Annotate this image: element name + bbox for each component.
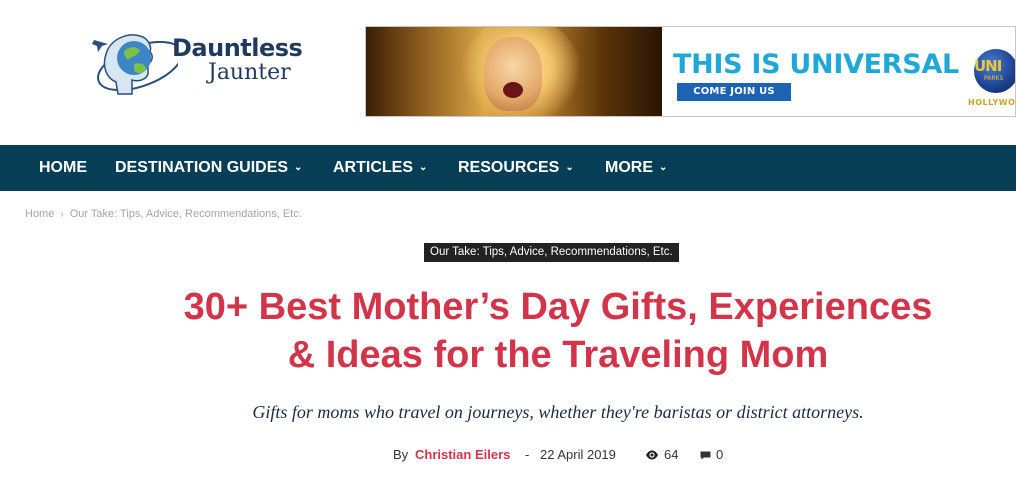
site-logo[interactable]: Dauntless Jaunter xyxy=(88,22,308,112)
ad-brand-location: HOLLYWOO xyxy=(968,98,1016,107)
nav-item-label: HOME xyxy=(39,159,87,176)
chevron-down-icon: ⌄ xyxy=(659,162,668,173)
breadcrumb-category[interactable]: Our Take: Tips, Advice, Recommendations,… xyxy=(70,208,302,220)
ad-cta-button[interactable]: COME JOIN US xyxy=(677,83,791,101)
breadcrumb-separator: › xyxy=(60,209,64,220)
nav-item-resources[interactable]: RESOURCES ⌄ xyxy=(458,145,574,191)
breadcrumb: Home › Our Take: Tips, Advice, Recommendat… xyxy=(25,208,302,220)
view-count-value: 64 xyxy=(664,447,679,462)
nav-item-label: ARTICLES xyxy=(333,159,413,176)
article-title-line1: 30+ Best Mother’s Day Gifts, Experiences xyxy=(183,286,933,328)
comment-count[interactable]: 0 xyxy=(700,447,723,463)
globe-head-icon xyxy=(92,34,178,95)
ad-photo-face xyxy=(484,37,542,111)
meta-separator: - xyxy=(525,447,530,462)
nav-item-home[interactable]: HOME xyxy=(39,145,87,191)
nav-item-label: RESOURCES xyxy=(458,159,560,176)
site-header: Dauntless Jaunter THIS IS UNIVERSAL COME… xyxy=(0,0,1016,145)
meta-by-label: By xyxy=(393,447,409,462)
nav-item-more[interactable]: MORE ⌄ xyxy=(605,145,667,191)
ad-headline: THIS IS UNIVERSAL xyxy=(673,49,959,80)
eye-icon xyxy=(646,450,658,460)
ad-brand-short: UNI xyxy=(974,57,1002,75)
article-subtitle: Gifts for moms who travel on journeys, w… xyxy=(252,402,864,422)
ad-photo xyxy=(366,27,662,116)
universal-logo: UNI PARKS HOLLYWOO xyxy=(964,35,1016,109)
logo-wordmark: Dauntless Jaunter xyxy=(172,34,303,85)
article-title: 30+ Best Mother’s Day Gifts, Experiences… xyxy=(108,283,1008,379)
banner-ad[interactable]: THIS IS UNIVERSAL COME JOIN US UNI PARKS… xyxy=(365,26,1016,117)
comment-icon xyxy=(700,451,711,459)
category-tag[interactable]: Our Take: Tips, Advice, Recommendations,… xyxy=(424,243,679,262)
logo-line2: Jaunter xyxy=(208,60,291,85)
comment-count-value: 0 xyxy=(716,447,724,462)
author-link[interactable]: Christian Eilers xyxy=(415,447,510,463)
nav-item-label: DESTINATION GUIDES xyxy=(115,159,289,176)
ad-brand-sub: PARKS xyxy=(984,75,1004,82)
logo-line1: Dauntless xyxy=(172,34,303,62)
view-count: 64 xyxy=(645,447,678,463)
chevron-down-icon: ⌄ xyxy=(565,162,574,173)
nav-item-label: MORE xyxy=(605,159,653,176)
ad-photo-mouth xyxy=(503,82,523,98)
article-title-line2: & Ideas for the Traveling Mom xyxy=(287,334,829,376)
chevron-down-icon: ⌄ xyxy=(419,162,428,173)
publish-date: 22 April 2019 xyxy=(540,447,616,462)
main-nav: HOME DESTINATION GUIDES ⌄ ARTICLES ⌄ RESOU… xyxy=(0,145,1016,191)
breadcrumb-home[interactable]: Home xyxy=(25,208,54,220)
chevron-down-icon: ⌄ xyxy=(294,162,303,173)
nav-item-articles[interactable]: ARTICLES ⌄ xyxy=(333,145,427,191)
nav-item-destination-guides[interactable]: DESTINATION GUIDES ⌄ xyxy=(115,145,302,191)
